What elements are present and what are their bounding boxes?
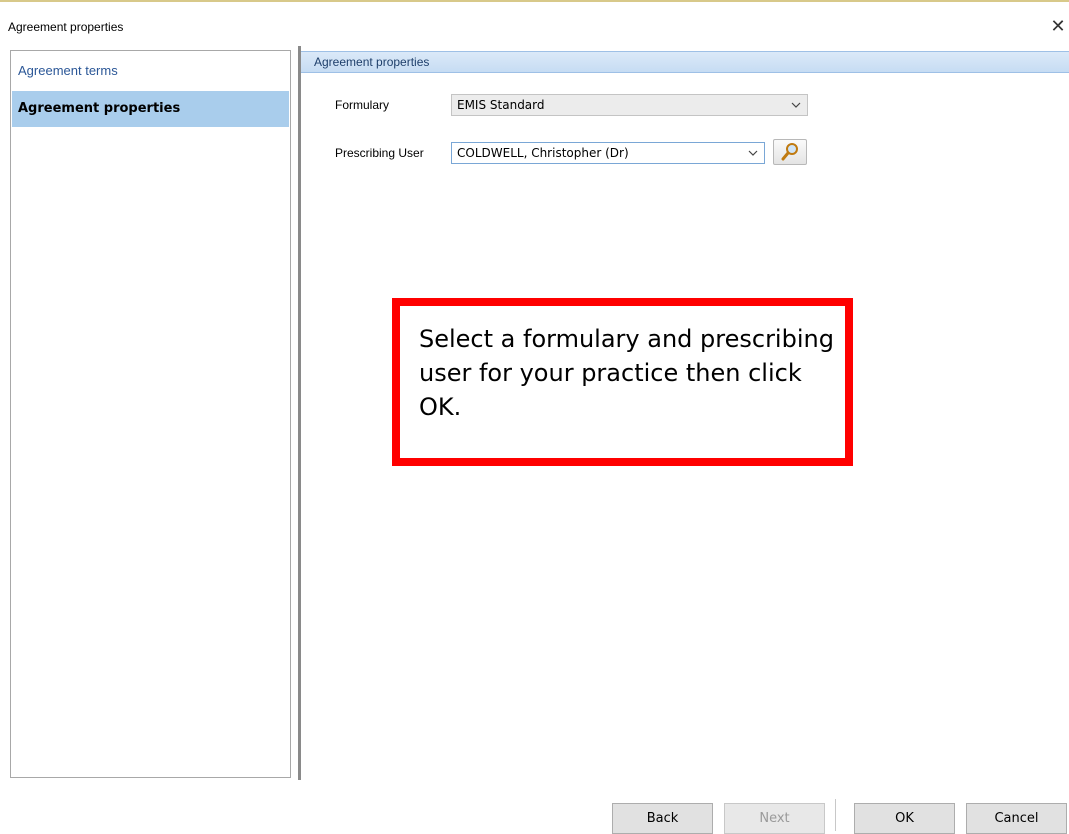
cancel-button[interactable]: Cancel (966, 803, 1067, 834)
prescribing-user-label: Prescribing User (335, 146, 424, 160)
formulary-label: Formulary (335, 98, 390, 112)
nav-item-agreement-terms[interactable]: Agreement terms (12, 53, 289, 89)
instruction-callout: Select a formulary and prescribing user … (392, 298, 853, 466)
next-button[interactable]: Next (724, 803, 825, 834)
back-button[interactable]: Back (612, 803, 713, 834)
formulary-select[interactable]: EMIS Standard (451, 94, 808, 116)
title-bar: Agreement properties ✕ (0, 2, 1069, 36)
formulary-value: EMIS Standard (457, 98, 545, 112)
window-title: Agreement properties (8, 20, 124, 34)
chevron-down-icon (748, 143, 758, 170)
button-separator (835, 799, 836, 831)
magnifier-icon (774, 143, 806, 167)
search-prescriber-button[interactable] (773, 139, 807, 165)
section-header: Agreement properties (301, 51, 1069, 73)
callout-text: Select a formulary and prescribing user … (419, 325, 834, 421)
nav-item-agreement-properties[interactable]: Agreement properties (12, 91, 289, 127)
prescribing-user-select[interactable]: COLDWELL, Christopher (Dr) (451, 142, 765, 164)
nav-panel: Agreement terms Agreement properties (10, 50, 291, 778)
chevron-down-icon (791, 95, 801, 122)
close-icon[interactable]: ✕ (1050, 17, 1066, 35)
prescribing-user-value: COLDWELL, Christopher (Dr) (457, 146, 629, 160)
ok-button[interactable]: OK (854, 803, 955, 834)
